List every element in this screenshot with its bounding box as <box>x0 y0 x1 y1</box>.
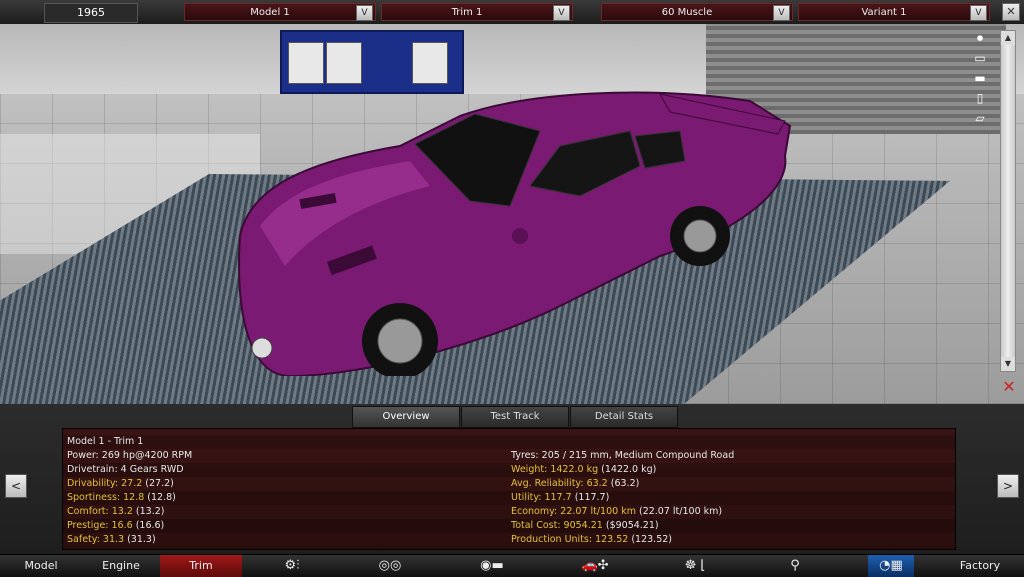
stat-row: Comfort: 13.2 (13.2) <box>67 505 164 519</box>
brakes-icon[interactable]: ◎◎ <box>366 555 414 577</box>
stat-row: Utility: 117.7 (117.7) <box>511 491 609 505</box>
stat-label: Power: <box>67 450 102 461</box>
bottom-nav: Model Engine Trim ⚙⫶ ◎◎ ◉▬ 🚗✣ ☸ ⌊ ⚲ ◔▦ F… <box>0 554 1024 577</box>
camera-view-icons: ⏺ ▭ ▬ ▯ ▱ <box>966 30 996 130</box>
trim-dropdown-button[interactable]: V <box>553 5 570 21</box>
interior-icon[interactable]: ☸ ⌊ <box>670 555 720 577</box>
stat-row: Tyres: 205 / 215 mm, Medium Compound Roa… <box>511 449 734 463</box>
stat-row: Drivetrain: 4 Gears RWD <box>67 463 184 477</box>
stat-label: Utility: 117.7 <box>511 492 572 503</box>
body-dropdown[interactable]: 60 Muscle V <box>601 3 793 21</box>
year-display[interactable]: 1965 <box>44 3 138 23</box>
stat-value: ($9054.21) <box>602 520 659 531</box>
stats-box: Model 1 - Trim 1 Power: 269 hp@4200 RPM D… <box>62 428 956 550</box>
top-bar: 1965 Model 1 V Trim 1 V 60 Muscle V Vari… <box>0 0 1024 25</box>
stat-value: (63.2) <box>607 478 640 489</box>
stat-label: Total Cost: 9054.21 <box>511 520 603 531</box>
stat-label: Weight: 1422.0 kg <box>511 464 599 475</box>
stats-header: Model 1 - Trim 1 <box>67 436 144 447</box>
nav-factory[interactable]: Factory <box>940 555 1020 577</box>
stat-row: Power: 269 hp@4200 RPM <box>67 449 192 463</box>
stat-value: (1422.0 kg) <box>598 464 657 475</box>
car-front-view-icon[interactable]: ▭ <box>966 50 994 66</box>
car-rear-view-icon[interactable]: ▱ <box>966 110 994 126</box>
drivetrain-icon[interactable]: ◉▬ <box>462 555 522 577</box>
body-dropdown-button[interactable]: V <box>773 5 790 21</box>
stat-row: Safety: 31.3 (31.3) <box>67 533 156 547</box>
car-viewport[interactable]: ⏺ ▭ ▬ ▯ ▱ ▲ ▼ ✕ <box>0 24 1024 404</box>
reset-view-icon[interactable]: ✕ <box>1000 378 1018 396</box>
next-button[interactable]: > <box>997 474 1019 498</box>
nav-engine[interactable]: Engine <box>82 555 160 577</box>
testing-icon[interactable]: ◔▦ <box>868 555 914 577</box>
stat-label: Avg. Reliability: 63.2 <box>511 478 608 489</box>
car-model[interactable] <box>230 76 800 376</box>
close-button[interactable]: ✕ <box>1002 3 1020 21</box>
stats-panel: Overview Test Track Detail Stats < > Mod… <box>0 404 1024 554</box>
stat-value: (12.8) <box>144 492 176 503</box>
stat-row: Drivability: 27.2 (27.2) <box>67 477 174 491</box>
stat-row: Avg. Reliability: 63.2 (63.2) <box>511 477 639 491</box>
stat-row: Production Units: 123.52 (123.52) <box>511 533 672 547</box>
stat-row: Total Cost: 9054.21 ($9054.21) <box>511 519 659 533</box>
stats-tabs: Overview Test Track Detail Stats <box>352 406 679 428</box>
variant-dropdown-label: Variant 1 <box>861 7 907 18</box>
stat-row: Prestige: 16.6 (16.6) <box>67 519 164 533</box>
stat-row: Economy: 22.07 lt/100 km (22.07 lt/100 k… <box>511 505 722 519</box>
stat-label: Economy: 22.07 lt/100 km <box>511 506 636 517</box>
stat-label: Prestige: 16.6 <box>67 520 133 531</box>
tuning-icon[interactable]: ⚲ <box>780 555 810 577</box>
stat-label: Production Units: 123.52 <box>511 534 629 545</box>
stat-value: 4 Gears RWD <box>120 464 184 475</box>
tab-overview[interactable]: Overview <box>352 406 460 428</box>
model-dropdown-label: Model 1 <box>250 7 290 18</box>
trim-dropdown-label: Trim 1 <box>451 7 483 18</box>
stat-value: (123.52) <box>628 534 672 545</box>
stat-row: Weight: 1422.0 kg (1422.0 kg) <box>511 463 656 477</box>
stat-label: Sportiness: 12.8 <box>67 492 145 503</box>
stat-value: 269 hp@4200 RPM <box>101 450 193 461</box>
stat-value: (117.7) <box>571 492 610 503</box>
tab-test-track[interactable]: Test Track <box>461 406 569 428</box>
stat-value: 205 / 215 mm, Medium Compound Road <box>541 450 735 461</box>
prev-button[interactable]: < <box>5 474 27 498</box>
nav-trim[interactable]: Trim <box>160 555 242 577</box>
chassis-suspension-icon[interactable]: ⚙⫶ <box>268 555 316 577</box>
stat-label: Drivetrain: <box>67 464 121 475</box>
stat-value: (31.3) <box>124 534 156 545</box>
stat-value: (16.6) <box>132 520 165 531</box>
nav-model[interactable]: Model <box>4 555 78 577</box>
model-dropdown[interactable]: Model 1 V <box>184 3 376 21</box>
stat-label: Safety: 31.3 <box>67 534 125 545</box>
zoom-scrollbar[interactable]: ▲ ▼ <box>1000 30 1016 372</box>
variant-dropdown-button[interactable]: V <box>970 5 987 21</box>
trim-dropdown[interactable]: Trim 1 V <box>381 3 573 21</box>
stat-value: (13.2) <box>132 506 165 517</box>
stat-label: Tyres: <box>511 450 542 461</box>
stat-row: Sportiness: 12.8 (12.8) <box>67 491 176 505</box>
camera-record-icon[interactable]: ⏺ <box>966 30 994 46</box>
stat-value: (22.07 lt/100 km) <box>635 506 723 517</box>
stat-label: Comfort: 13.2 <box>67 506 133 517</box>
scroll-up-icon[interactable]: ▲ <box>1001 31 1015 45</box>
stat-label: Drivability: 27.2 <box>67 478 143 489</box>
scroll-down-icon[interactable]: ▼ <box>1001 357 1015 371</box>
car-top-view-icon[interactable]: ▯ <box>966 90 994 106</box>
body-dropdown-label: 60 Muscle <box>661 7 713 18</box>
tab-detail-stats[interactable]: Detail Stats <box>570 406 678 428</box>
car-side-view-icon[interactable]: ▬ <box>966 70 994 86</box>
variant-dropdown[interactable]: Variant 1 V <box>798 3 990 21</box>
model-dropdown-button[interactable]: V <box>356 5 373 21</box>
body-design-icon[interactable]: 🚗✣ <box>555 555 635 577</box>
stat-value: (27.2) <box>142 478 174 489</box>
